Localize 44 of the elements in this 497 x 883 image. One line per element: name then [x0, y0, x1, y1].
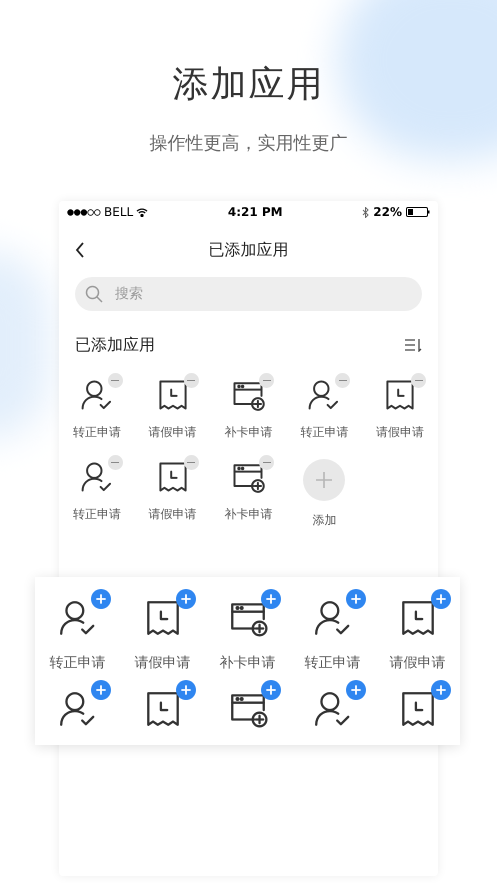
- search-field[interactable]: 搜索: [75, 277, 422, 311]
- add-badge-icon[interactable]: [430, 589, 450, 609]
- remove-badge-icon[interactable]: [108, 373, 123, 388]
- remove-badge-icon[interactable]: [411, 373, 426, 388]
- carrier-name: BELL: [104, 204, 134, 221]
- add-badge-icon[interactable]: [260, 680, 280, 700]
- battery-percent: 22%: [373, 204, 402, 221]
- headline: 添加应用: [172, 63, 324, 107]
- plus-icon: [314, 470, 334, 490]
- app-label: 转正申请: [50, 654, 106, 673]
- add-badge-icon[interactable]: [430, 680, 450, 700]
- add-badge-icon[interactable]: [260, 589, 280, 609]
- app-label: 请假申请: [376, 424, 424, 441]
- search-icon: [85, 285, 103, 303]
- app-label: 请假申请: [148, 506, 197, 523]
- remove-badge-icon[interactable]: [335, 373, 350, 388]
- wifi-icon: [136, 208, 148, 216]
- app-label: 补卡申请: [224, 506, 272, 523]
- app-label: 请假申请: [134, 654, 190, 673]
- remove-badge-icon[interactable]: [108, 455, 123, 470]
- status-time: 4:21 PM: [228, 204, 283, 221]
- back-icon[interactable]: [75, 242, 85, 258]
- add-badge-icon[interactable]: [176, 680, 196, 700]
- app-label: 添加: [312, 512, 336, 529]
- app-label: 请假申请: [148, 424, 197, 441]
- subtitle: 操作性更高，实用性更广: [150, 132, 348, 156]
- app-label: 转正申请: [72, 424, 121, 441]
- section-title: 已添加应用: [75, 334, 155, 356]
- app-label: 转正申请: [300, 424, 348, 441]
- remove-badge-icon[interactable]: [184, 455, 199, 470]
- app-label: 转正申请: [72, 506, 121, 523]
- app-label: 请假申请: [390, 654, 446, 673]
- app-label: 补卡申请: [224, 424, 272, 441]
- signal-icon: [67, 208, 101, 216]
- battery-icon: [406, 207, 430, 217]
- remove-badge-icon[interactable]: [259, 455, 274, 470]
- remove-badge-icon[interactable]: [184, 373, 199, 388]
- app-label: 转正申请: [304, 654, 360, 673]
- add-badge-icon[interactable]: [176, 589, 196, 609]
- nav-title: 已添加应用: [208, 239, 288, 261]
- app-label: 补卡申请: [220, 654, 276, 673]
- remove-badge-icon[interactable]: [259, 373, 274, 388]
- bluetooth-icon: [362, 206, 370, 218]
- sort-icon[interactable]: [404, 338, 422, 352]
